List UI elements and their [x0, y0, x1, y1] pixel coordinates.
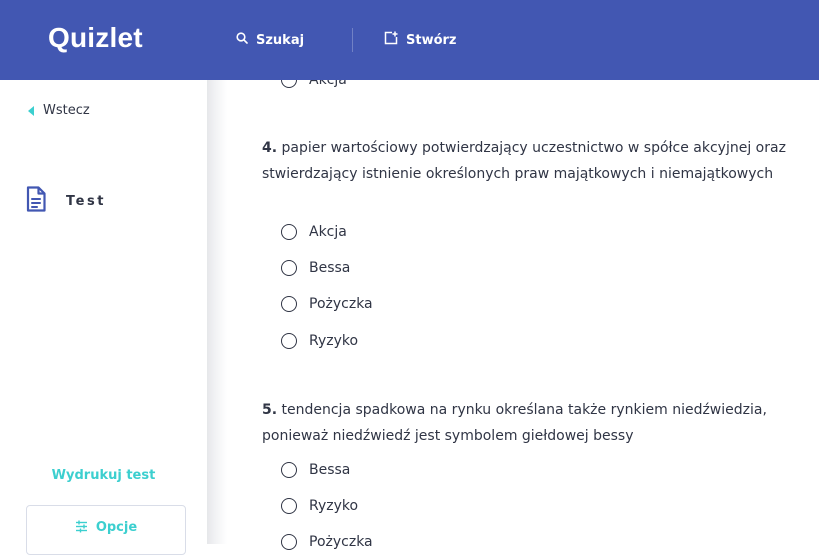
answer-option[interactable]: Ryzyko — [281, 498, 358, 514]
top-navbar: Quizlet Szukaj Stwórz — [0, 0, 819, 80]
create-icon — [384, 31, 406, 49]
nav-divider — [352, 28, 353, 52]
sliders-icon — [75, 520, 96, 537]
question-number: 5. — [262, 402, 278, 418]
answer-option[interactable]: Pożyczka — [281, 534, 373, 550]
radio-button[interactable] — [281, 296, 297, 312]
search-label: Szukaj — [256, 32, 305, 48]
back-button[interactable]: Wstecz — [28, 103, 90, 118]
option-label: Ryzyko — [309, 333, 359, 349]
options-label: Opcje — [95, 520, 138, 535]
radio-button[interactable] — [281, 498, 297, 514]
mode-label: Test — [66, 193, 106, 209]
radio-button[interactable] — [281, 534, 297, 550]
radio-button[interactable] — [281, 224, 297, 240]
radio-button[interactable] — [281, 333, 297, 349]
sidebar-shadow — [207, 80, 227, 544]
search-button[interactable]: Szukaj — [236, 28, 304, 52]
option-label: Bessa — [309, 260, 351, 276]
back-label: Wstecz — [43, 103, 90, 118]
answer-option[interactable]: Akcja — [281, 224, 347, 240]
answer-option[interactable]: Bessa — [281, 260, 350, 276]
mode-test[interactable]: Test — [26, 186, 106, 216]
answer-option[interactable]: Ryzyko — [281, 333, 358, 349]
answer-option[interactable]: Bessa — [281, 462, 350, 478]
create-label: Stwórz — [406, 32, 457, 48]
option-label: Ryzyko — [309, 498, 359, 514]
document-icon — [26, 186, 46, 216]
create-button[interactable]: Stwórz — [384, 28, 457, 52]
question-4: 4. papier wartościowy potwierdzający ucz… — [262, 135, 802, 187]
print-label: Wydrukuj test — [51, 468, 156, 483]
radio-button[interactable] — [281, 462, 297, 478]
options-button[interactable]: Opcje — [26, 505, 186, 555]
search-icon — [236, 32, 256, 48]
radio-button[interactable] — [281, 260, 297, 276]
question-5: 5. tendencja spadkowa na rynku określana… — [262, 397, 802, 449]
question-text: papier wartościowy potwierdzający uczest… — [262, 140, 786, 182]
option-label: Pożyczka — [309, 296, 373, 312]
answer-option[interactable]: Pożyczka — [281, 296, 373, 312]
option-label: Akcja — [309, 224, 347, 240]
option-label: Pożyczka — [309, 534, 373, 550]
option-label: Bessa — [309, 462, 351, 478]
question-number: 4. — [262, 140, 278, 156]
quizlet-logo[interactable]: Quizlet — [48, 22, 143, 54]
question-text: tendencja spadkowa na rynku określana ta… — [262, 402, 767, 444]
back-arrow-icon — [28, 105, 34, 116]
print-test-link[interactable]: Wydrukuj test — [0, 468, 207, 483]
